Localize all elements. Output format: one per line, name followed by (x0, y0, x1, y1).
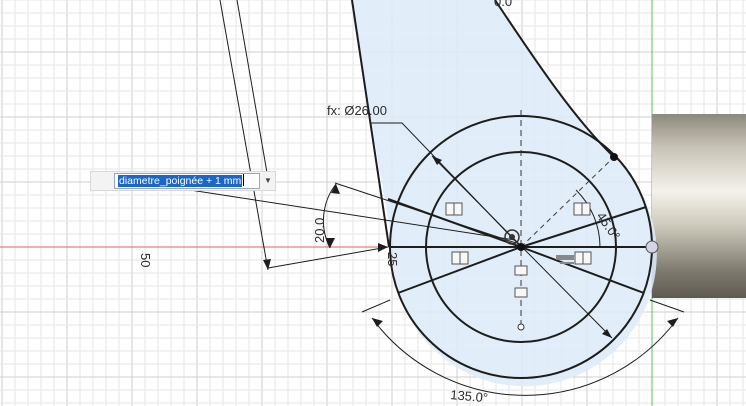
origin-point-inner (509, 234, 515, 240)
horizontal-constraint-icon[interactable] (556, 255, 574, 260)
arc-endpoint[interactable] (610, 153, 618, 161)
dimension-50-label[interactable]: 50 (138, 253, 153, 267)
dimension-diameter-label[interactable]: fx: Ø26.00 (327, 103, 387, 118)
coincident-constraint-icon[interactable] (574, 251, 584, 265)
sketch-canvas[interactable]: 0.0 fx: Ø26.00 20.0 50 25 45.0° 135.0° (0, 0, 746, 406)
coincident-constraint-icon[interactable] (514, 265, 528, 276)
center-point[interactable] (517, 243, 525, 251)
dimension-value-input[interactable]: diametre_poignée + 1 mm (114, 173, 260, 189)
dimension-value-selection: diametre_poignée + 1 mm (118, 175, 243, 187)
horizontal-constraint-icon[interactable] (560, 262, 574, 264)
coincident-constraint-icon[interactable] (459, 251, 469, 265)
dim-leader-bottom (267, 246, 389, 269)
dim-135-extension-right (649, 299, 685, 313)
dimension-edit-box[interactable]: diametre_poignée + 1 mm ▼ (90, 171, 276, 191)
text-caret (243, 174, 245, 186)
construction-endpoint[interactable] (517, 323, 525, 331)
cylinder-body[interactable] (652, 114, 746, 298)
dimension-top-label[interactable]: 0.0 (494, 0, 512, 9)
profile-region[interactable] (350, 0, 657, 387)
dimension-20-label[interactable]: 20.0 (312, 218, 327, 243)
coincident-constraint-icon[interactable] (445, 202, 455, 216)
coincident-constraint-icon[interactable] (451, 251, 461, 265)
coincident-constraint-icon[interactable] (581, 202, 591, 216)
dim-extension-2 (236, 0, 271, 191)
arrowhead (378, 243, 388, 252)
coincident-constraint-icon[interactable] (514, 287, 528, 298)
arrowhead (667, 318, 678, 327)
chevron-down-icon[interactable]: ▼ (263, 176, 273, 186)
arrowhead (263, 259, 271, 270)
dimension-25-label[interactable]: 25 (385, 252, 400, 266)
coincident-constraint-icon[interactable] (573, 202, 583, 216)
coincident-constraint-icon[interactable] (453, 202, 463, 216)
dimension-edit-handle (93, 176, 113, 188)
coincident-constraint-icon[interactable] (582, 251, 592, 265)
cylinder-axis-point[interactable] (645, 240, 659, 254)
arrowhead (372, 318, 383, 327)
